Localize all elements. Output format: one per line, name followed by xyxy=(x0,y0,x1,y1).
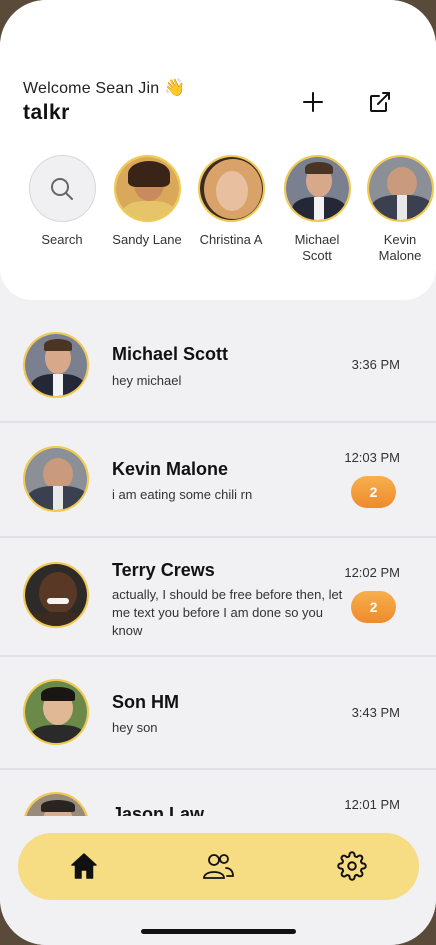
avatar xyxy=(23,446,89,512)
avatar xyxy=(23,332,89,398)
chat-time: 12:02 PM xyxy=(344,565,400,580)
story-label: Sandy Lane xyxy=(112,232,182,247)
wave-emoji: 👋 xyxy=(163,78,186,97)
chat-name: Kevin Malone xyxy=(112,459,229,479)
chat-message: hey michael xyxy=(112,373,182,388)
chat-name: Michael Scott xyxy=(112,344,229,364)
app-title: talkr xyxy=(23,101,70,124)
welcome-label: Welcome Sean Jin xyxy=(23,80,160,97)
stories-row: Search Sandy Lane Christina A Michael Sc… xyxy=(0,150,436,275)
avatar xyxy=(23,679,89,745)
avatar xyxy=(23,562,89,628)
external-link-icon xyxy=(370,92,390,112)
plus-icon xyxy=(303,92,323,112)
chat-row-michael-scott[interactable]: Michael Scott hey michael 3:36 PM xyxy=(0,308,436,423)
tab-contacts[interactable] xyxy=(201,849,235,883)
tab-bar xyxy=(18,833,419,900)
story-label: Christina A xyxy=(199,232,263,247)
search-icon xyxy=(51,177,73,200)
phone-screen: Welcome Sean Jin 👋 talkr Search Sandy La… xyxy=(0,0,436,945)
avatar xyxy=(197,155,265,222)
people-icon xyxy=(203,854,234,879)
home-indicator xyxy=(141,929,296,934)
unread-badge: 2 xyxy=(351,476,396,508)
gear-icon xyxy=(337,851,367,881)
chat-time: 12:03 PM xyxy=(344,450,400,465)
chat-time: 12:01 PM xyxy=(344,797,400,812)
avatar xyxy=(366,155,434,222)
avatar xyxy=(113,155,181,222)
chat-row-kevin-malone[interactable]: Kevin Malone i am eating some chili rn 1… xyxy=(0,423,436,538)
header-card: Welcome Sean Jin 👋 talkr Search Sandy La… xyxy=(0,0,436,300)
chat-message: actually, I should be free before then, … xyxy=(112,587,343,638)
unread-badge: 2 xyxy=(351,591,396,623)
share-button[interactable] xyxy=(366,88,394,116)
new-chat-button[interactable] xyxy=(299,88,327,116)
story-label: Search xyxy=(41,232,83,247)
chat-message: hey son xyxy=(112,720,158,735)
story-kevin-malone[interactable]: Kevin Malone xyxy=(355,155,436,264)
chat-row-terry-crews[interactable]: Terry Crews actually, I should be free b… xyxy=(0,538,436,657)
avatar xyxy=(283,155,351,222)
tab-settings[interactable] xyxy=(335,849,369,883)
chat-row-son-hm[interactable]: Son HM hey son 3:43 PM xyxy=(0,657,436,770)
chat-name: Son HM xyxy=(112,692,179,712)
story-search[interactable]: Search xyxy=(17,155,107,248)
chat-time: 3:36 PM xyxy=(351,357,400,372)
chat-time: 3:43 PM xyxy=(351,705,400,720)
home-icon xyxy=(71,853,97,879)
story-label: Michael Scott xyxy=(294,232,340,263)
welcome-text: Welcome Sean Jin 👋 xyxy=(23,78,185,98)
story-michael-scott[interactable]: Michael Scott xyxy=(272,155,362,264)
tab-home[interactable] xyxy=(67,849,101,883)
story-sandy-lane[interactable]: Sandy Lane xyxy=(102,155,192,248)
story-label: Kevin Malone xyxy=(378,232,422,263)
search-circle[interactable] xyxy=(28,155,96,222)
chat-name: Terry Crews xyxy=(112,560,215,580)
chat-message: i am eating some chili rn xyxy=(112,487,253,502)
story-christina-a[interactable]: Christina A xyxy=(186,155,276,248)
